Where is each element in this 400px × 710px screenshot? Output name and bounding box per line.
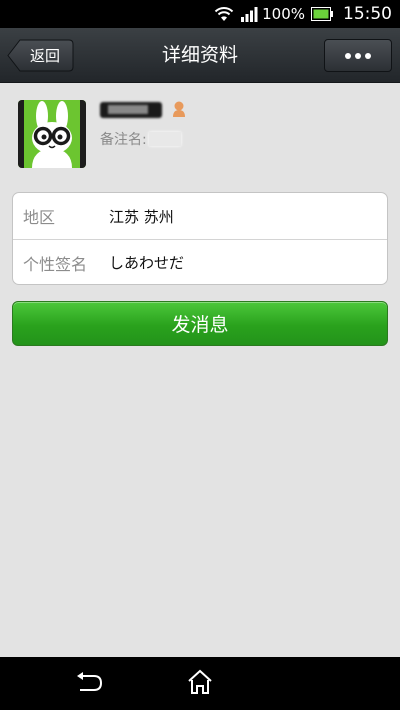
- signature-row: 个性签名 しあわせだ: [13, 239, 387, 285]
- wifi-icon: [214, 6, 234, 22]
- remark-redacted: [148, 132, 181, 146]
- more-icon: [345, 52, 371, 59]
- profile-content: 备注名: 地区 江苏 苏州 个性签名 しあわせだ 发消息: [0, 83, 400, 657]
- signature-value: しあわせだ: [109, 254, 185, 272]
- region-value: 江苏 苏州: [109, 207, 174, 226]
- battery-percent: 100%: [262, 5, 305, 23]
- home-icon[interactable]: [186, 669, 214, 699]
- back-button[interactable]: 返回: [7, 39, 74, 72]
- title-bar: 详细资料 返回: [0, 28, 400, 83]
- nickname-redacted: [100, 102, 162, 118]
- status-bar: 100% 15:50: [0, 0, 400, 28]
- nav-bar: [0, 657, 400, 710]
- remark-label: 备注名:: [100, 132, 147, 148]
- battery-icon: [311, 7, 333, 21]
- gender-icon: [172, 101, 186, 121]
- signal-icon: [240, 6, 258, 22]
- avatar[interactable]: [18, 100, 86, 168]
- rabbit-avatar-icon: [18, 100, 86, 168]
- clock: 15:50: [343, 4, 392, 24]
- back-icon[interactable]: [74, 671, 104, 697]
- info-card: 地区 江苏 苏州 个性签名 しあわせだ: [12, 192, 388, 285]
- region-label: 地区: [23, 208, 56, 227]
- back-button-label: 返回: [30, 47, 61, 65]
- send-message-button[interactable]: 发消息: [12, 301, 388, 346]
- remark-row: 备注名:: [100, 129, 181, 149]
- more-button[interactable]: [324, 39, 392, 72]
- region-row: 地区 江苏 苏州: [13, 193, 387, 239]
- signature-label: 个性签名: [23, 254, 88, 274]
